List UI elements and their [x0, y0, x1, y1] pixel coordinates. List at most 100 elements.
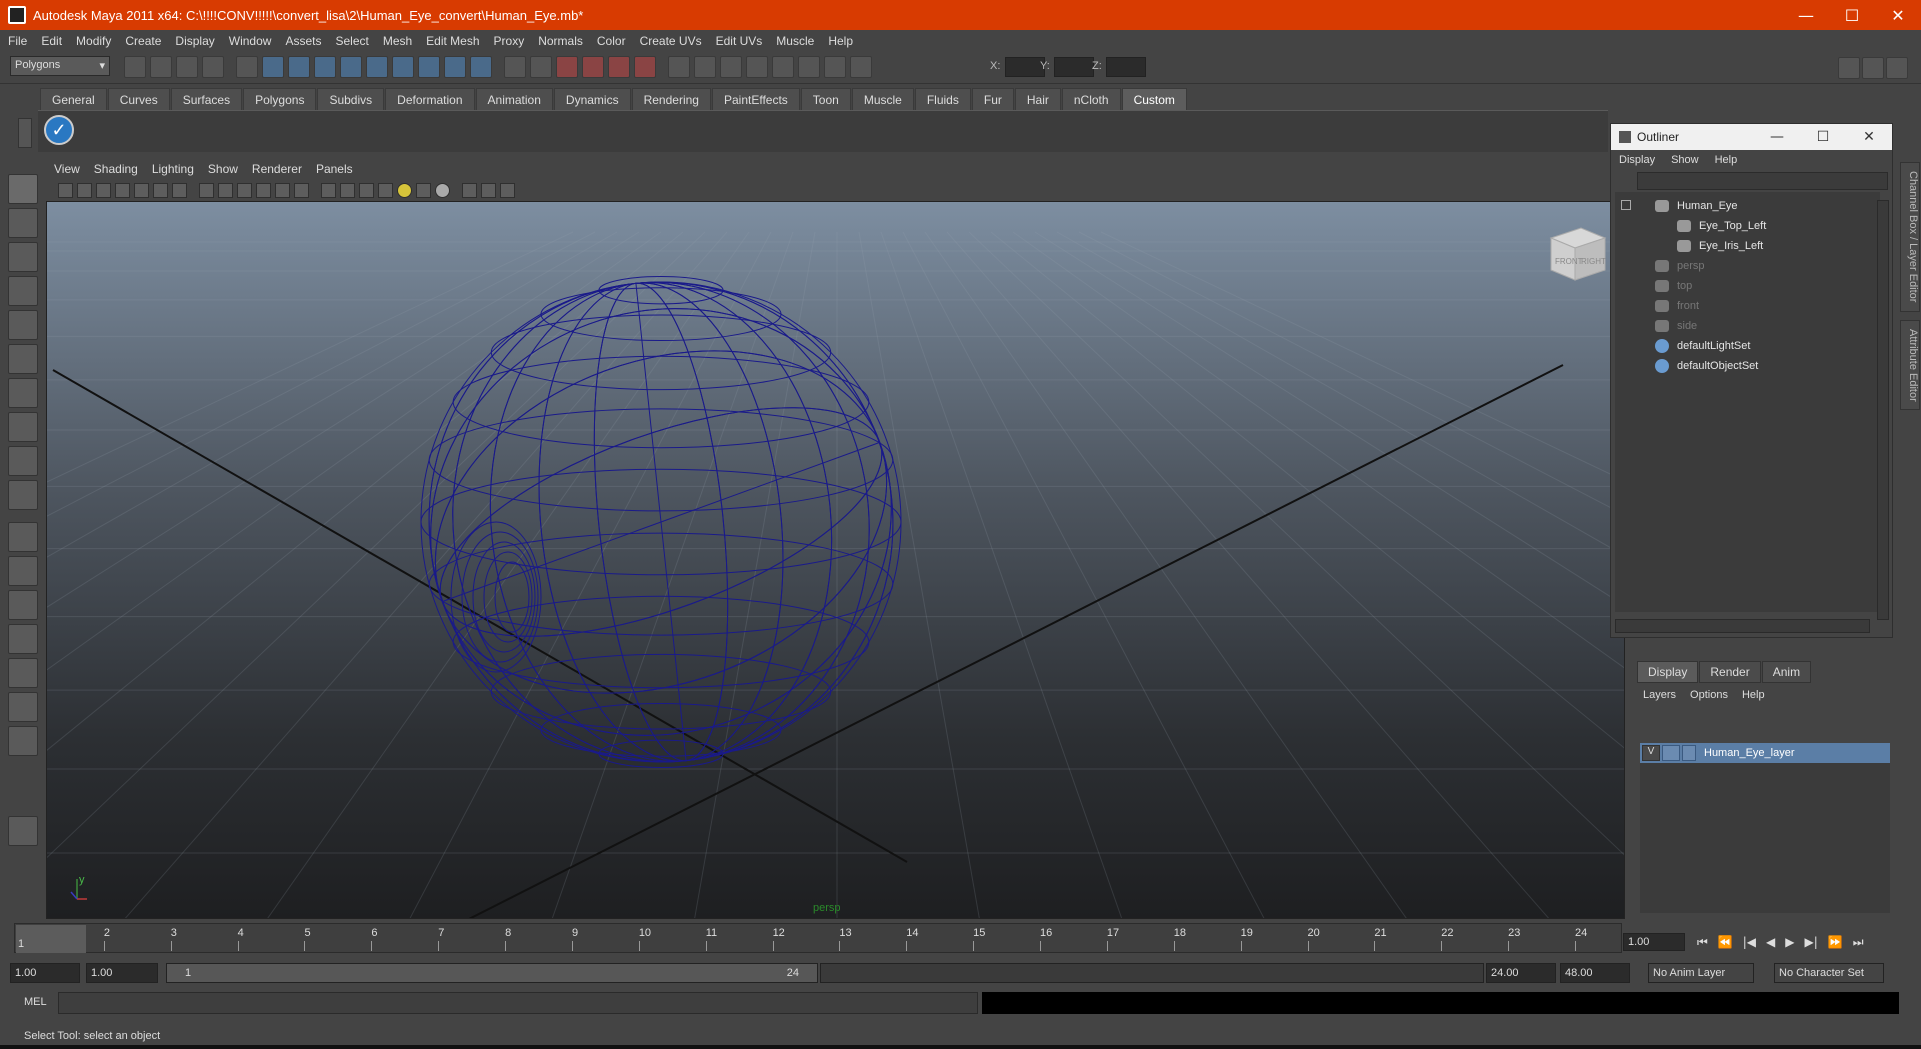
- use-all-lights-icon[interactable]: [397, 182, 412, 198]
- isolate-select-icon[interactable]: [462, 182, 477, 198]
- shelf-tab-deformation[interactable]: Deformation: [385, 88, 475, 110]
- maximize-button[interactable]: ☐: [1829, 6, 1875, 25]
- attribute-editor-side-tab[interactable]: Attribute Editor: [1900, 320, 1920, 410]
- outliner-hscrollbar[interactable]: [1615, 619, 1870, 633]
- custom-shelf-checkmark-icon[interactable]: ✓: [44, 115, 74, 145]
- channel-box-toggle-icon[interactable]: [1838, 57, 1860, 79]
- channel-box-side-tab[interactable]: Channel Box / Layer Editor: [1900, 162, 1920, 312]
- play-forwards-icon[interactable]: ▶: [1785, 935, 1794, 950]
- select-curves-icon[interactable]: [366, 56, 388, 78]
- outliner-maximize-button[interactable]: ☐: [1800, 129, 1846, 145]
- rotate-tool-icon[interactable]: [8, 310, 38, 340]
- last-tool-icon[interactable]: [8, 480, 38, 510]
- outliner-search-field[interactable]: [1637, 172, 1888, 190]
- select-joints-icon[interactable]: [340, 56, 362, 78]
- time-slider[interactable]: 123456789101112131415161718192021222324: [14, 923, 1622, 953]
- collapse-node-icon[interactable]: [1621, 200, 1631, 210]
- shelf-tab-ncloth[interactable]: nCloth: [1061, 88, 1121, 110]
- menu-proxy[interactable]: Proxy: [494, 34, 525, 48]
- outliner-vscrollbar[interactable]: [1877, 200, 1889, 620]
- view-cube[interactable]: FRONT RIGHT: [1543, 220, 1611, 288]
- step-forward-key-icon[interactable]: ⏩: [1828, 935, 1843, 950]
- x-ray-icon[interactable]: [378, 182, 393, 198]
- select-misc-icon[interactable]: [504, 56, 526, 78]
- hud-icon[interactable]: [500, 182, 515, 198]
- select-handles-icon[interactable]: [314, 56, 336, 78]
- go-to-start-icon[interactable]: ⏮: [1697, 935, 1708, 950]
- shelf-tab-hair[interactable]: Hair: [1014, 88, 1061, 110]
- image-plane-icon[interactable]: [115, 182, 130, 198]
- outliner-menu-help[interactable]: Help: [1715, 154, 1738, 166]
- menu-assets[interactable]: Assets: [285, 34, 321, 48]
- render-settings-icon[interactable]: [850, 56, 872, 78]
- soft-mod-tool-icon[interactable]: [8, 412, 38, 442]
- perspective-viewport[interactable]: y FRONT RIGHT persp: [46, 201, 1625, 919]
- shelf-tab-rendering[interactable]: Rendering: [631, 88, 711, 110]
- minimize-button[interactable]: —: [1783, 6, 1829, 25]
- graph-editor-layout-icon[interactable]: [8, 624, 38, 654]
- manipulator-tool-icon[interactable]: [8, 378, 38, 408]
- layer-menu-options[interactable]: Options: [1690, 689, 1728, 701]
- playback-start-field[interactable]: 1.00: [86, 963, 158, 983]
- select-rendering-icon[interactable]: [470, 56, 492, 78]
- menu-color[interactable]: Color: [597, 34, 626, 48]
- range-slider[interactable]: 1 24: [166, 963, 818, 983]
- four-pane-layout-icon[interactable]: [8, 556, 38, 586]
- step-forward-frame-icon[interactable]: ▶|: [1805, 935, 1818, 950]
- shelf-tab-custom[interactable]: Custom: [1121, 88, 1187, 110]
- outliner-menu-display[interactable]: Display: [1619, 154, 1655, 166]
- outliner-layout-icon[interactable]: [8, 590, 38, 620]
- viewport-menu-lighting[interactable]: Lighting: [152, 162, 194, 176]
- xray-joints-icon[interactable]: [481, 182, 496, 198]
- hypershade-layout-icon[interactable]: [8, 658, 38, 688]
- select-by-hierarchy-icon[interactable]: [202, 56, 224, 78]
- wireframe-icon[interactable]: [321, 182, 336, 198]
- y-field[interactable]: [1054, 57, 1094, 77]
- make-live-icon[interactable]: [694, 56, 716, 78]
- show-manipulator-icon[interactable]: [8, 446, 38, 476]
- snap-to-view-planes-icon[interactable]: [668, 56, 690, 78]
- open-scene-icon[interactable]: [150, 56, 172, 78]
- menu-file[interactable]: File: [8, 34, 27, 48]
- flat-shade-icon[interactable]: [359, 182, 374, 198]
- outliner-item-front[interactable]: front: [1655, 296, 1699, 316]
- menu-create[interactable]: Create: [125, 34, 161, 48]
- shelf-tab-curves[interactable]: Curves: [107, 88, 170, 110]
- layer-menu-help[interactable]: Help: [1742, 689, 1765, 701]
- shelf-tab-subdivs[interactable]: Subdivs: [317, 88, 385, 110]
- outliner-item-top[interactable]: top: [1655, 276, 1692, 296]
- layer-row[interactable]: V Human_Eye_layer: [1640, 743, 1890, 763]
- shelf-tab-toon[interactable]: Toon: [800, 88, 851, 110]
- shelf-tab-dynamics[interactable]: Dynamics: [553, 88, 631, 110]
- safe-action-icon[interactable]: [275, 182, 290, 198]
- outliner-item-side[interactable]: side: [1655, 316, 1697, 336]
- select-by-component-icon[interactable]: [262, 56, 284, 78]
- output-ops-icon[interactable]: [746, 56, 768, 78]
- select-surfaces-icon[interactable]: [392, 56, 414, 78]
- snap-to-points-icon[interactable]: [634, 56, 656, 78]
- viewport-menu-shading[interactable]: Shading: [94, 162, 138, 176]
- highlight-selection-icon[interactable]: [556, 56, 578, 78]
- resolution-gate-icon[interactable]: [218, 182, 233, 198]
- select-deformations-icon[interactable]: [418, 56, 440, 78]
- outliner-close-button[interactable]: ✕: [1846, 129, 1892, 145]
- menu-normals[interactable]: Normals: [538, 34, 583, 48]
- custom-layout-icon[interactable]: [8, 726, 38, 756]
- default-lighting-icon[interactable]: [416, 182, 431, 198]
- shelf-tab-surfaces[interactable]: Surfaces: [170, 88, 243, 110]
- outliner-menu-show[interactable]: Show: [1671, 154, 1699, 166]
- scale-tool-icon[interactable]: [8, 344, 38, 374]
- menu-mesh[interactable]: Mesh: [383, 34, 412, 48]
- menu-set-dropdown[interactable]: Polygons ▾: [10, 56, 110, 76]
- move-tool-icon[interactable]: [8, 276, 38, 306]
- outliner-item-eye-iris-left[interactable]: Eye_Iris_Left: [1677, 236, 1763, 256]
- layer-color-swatch[interactable]: [1682, 745, 1696, 761]
- lock-selection-icon[interactable]: [530, 56, 552, 78]
- menu-edit-mesh[interactable]: Edit Mesh: [426, 34, 479, 48]
- shelf-tab-animation[interactable]: Animation: [475, 88, 553, 110]
- shelf-tab-muscle[interactable]: Muscle: [851, 88, 914, 110]
- menu-muscle[interactable]: Muscle: [776, 34, 814, 48]
- 2d-pan-zoom-icon[interactable]: [134, 182, 149, 198]
- current-frame-field[interactable]: 1.00: [1623, 933, 1685, 951]
- construction-history-icon[interactable]: [772, 56, 794, 78]
